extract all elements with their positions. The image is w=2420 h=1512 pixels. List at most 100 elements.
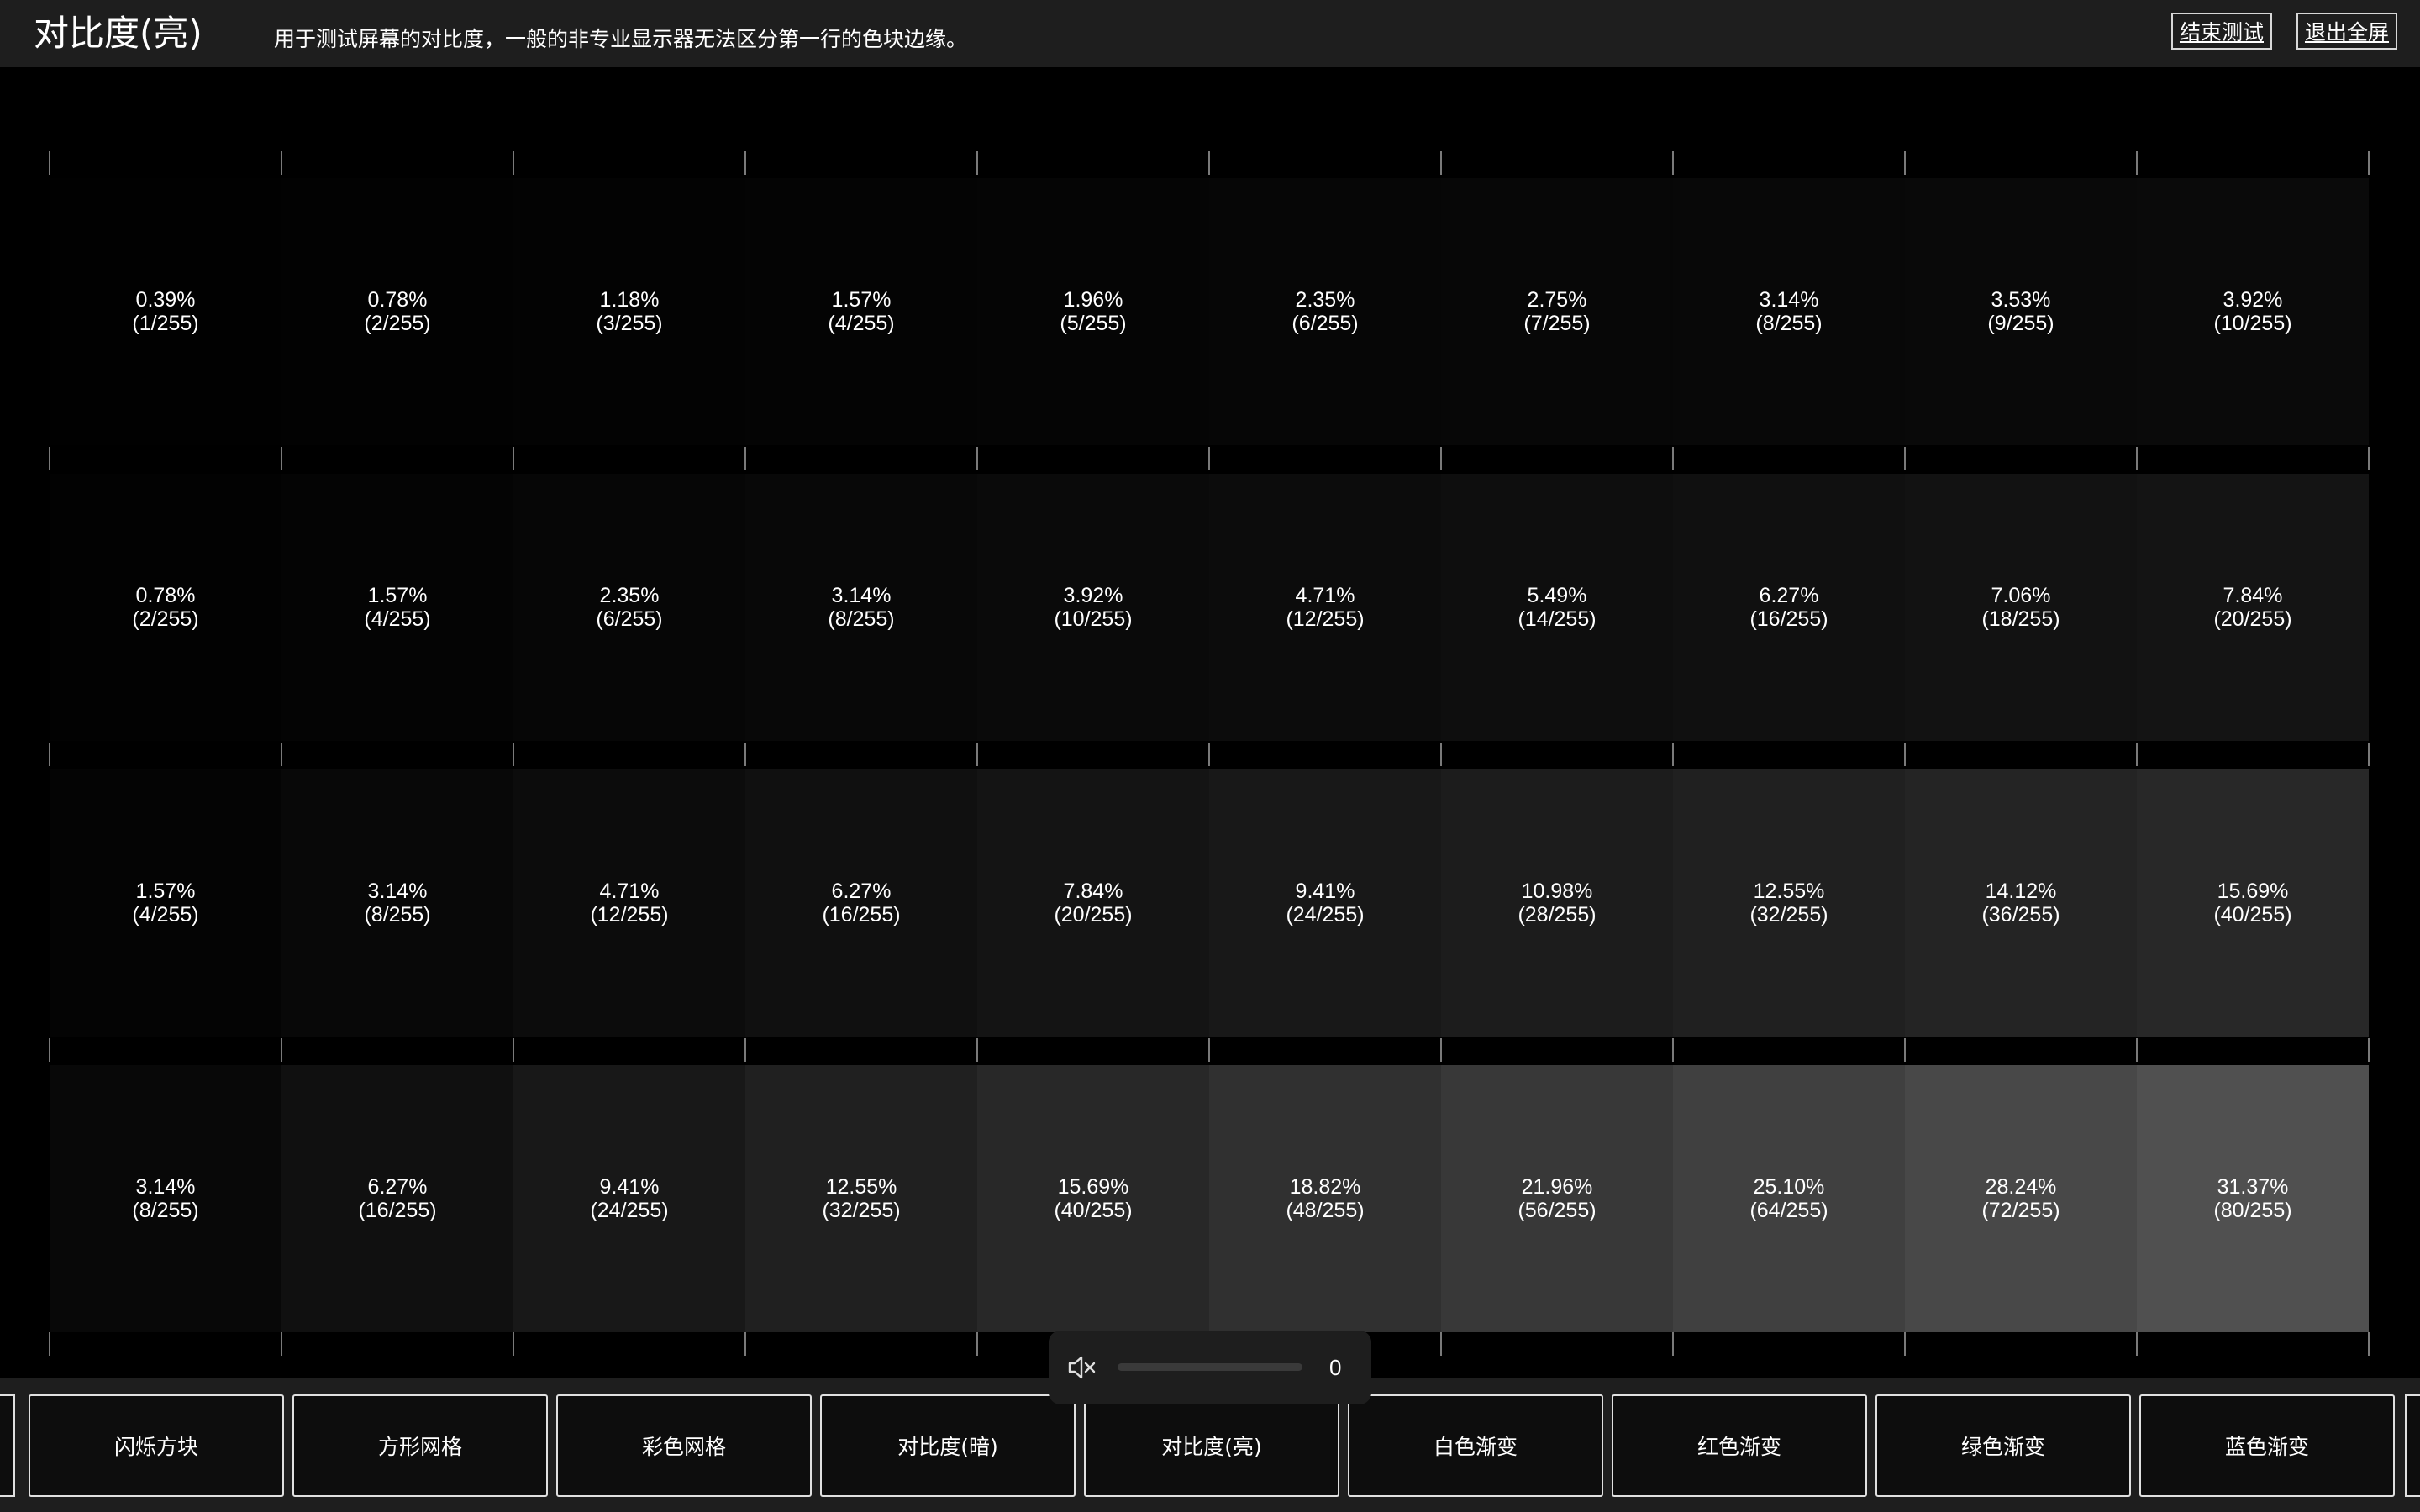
tab-pattern-5[interactable]: 白色渐变 xyxy=(1348,1394,1603,1497)
cell-fraction: (56/255) xyxy=(1518,1199,1597,1222)
cell-percent: 3.14% xyxy=(1759,288,1819,312)
contrast-cell: 25.10% (64/255) xyxy=(1673,1065,1905,1332)
cell-fraction: (72/255) xyxy=(1981,1199,2060,1222)
grid-tick-line xyxy=(744,1038,746,1062)
cell-fraction: (32/255) xyxy=(1749,903,1828,927)
grid-tick-line xyxy=(1440,151,1442,175)
cell-fraction: (9/255) xyxy=(1987,312,2054,335)
cell-fraction: (16/255) xyxy=(1749,607,1828,631)
contrast-cell: 10.98% (28/255) xyxy=(1441,769,1673,1037)
grid-tick-line xyxy=(49,1332,50,1356)
contrast-cell: 3.92% (10/255) xyxy=(977,474,1209,741)
contrast-cell: 5.49% (14/255) xyxy=(1441,474,1673,741)
top-header-bar: 对比度(亮) 用于测试屏幕的对比度，一般的非专业显示器无法区分第一行的色块边缘。… xyxy=(0,0,2420,67)
grid-tick-line xyxy=(1672,151,1674,175)
grid-tick-line xyxy=(49,743,50,766)
contrast-cell: 7.84% (20/255) xyxy=(977,769,1209,1037)
tab-pattern-3[interactable]: 对比度(暗) xyxy=(820,1394,1076,1497)
cell-percent: 10.98% xyxy=(1521,879,1593,903)
grid-tick-line xyxy=(744,151,746,175)
cell-fraction: (1/255) xyxy=(132,312,199,335)
cell-percent: 15.69% xyxy=(2217,879,2289,903)
contrast-cell: 6.27% (16/255) xyxy=(1673,474,1905,741)
cell-percent: 15.69% xyxy=(1057,1175,1129,1199)
cell-fraction: (14/255) xyxy=(1518,607,1597,631)
tab-pattern-2[interactable]: 彩色网格 xyxy=(556,1394,812,1497)
tab-pattern-0[interactable]: 闪烁方块 xyxy=(29,1394,284,1497)
cell-fraction: (8/255) xyxy=(828,607,895,631)
tab-pattern-7[interactable]: 绿色渐变 xyxy=(1876,1394,2131,1497)
grid-tick-line xyxy=(49,1038,50,1062)
cell-fraction: (6/255) xyxy=(596,607,663,631)
tab-pattern-8[interactable]: 蓝色渐变 xyxy=(2139,1394,2395,1497)
tab-pattern-6[interactable]: 红色渐变 xyxy=(1612,1394,1867,1497)
cell-percent: 12.55% xyxy=(1753,879,1825,903)
cell-fraction: (8/255) xyxy=(364,903,431,927)
cell-fraction: (20/255) xyxy=(1054,903,1133,927)
grid-tick-line xyxy=(1904,1038,1906,1062)
grid-tick-line xyxy=(1672,1332,1674,1356)
speaker-muted-icon[interactable] xyxy=(1067,1354,1097,1381)
tab-partial-right[interactable] xyxy=(2405,1394,2420,1497)
cell-fraction: (5/255) xyxy=(1060,312,1127,335)
contrast-cell: 6.27% (16/255) xyxy=(281,1065,513,1332)
cell-fraction: (80/255) xyxy=(2213,1199,2292,1222)
contrast-cell: 12.55% (32/255) xyxy=(1673,769,1905,1037)
contrast-cell: 2.75% (7/255) xyxy=(1441,178,1673,445)
contrast-cell: 0.39% (1/255) xyxy=(50,178,281,445)
cell-percent: 7.06% xyxy=(1991,584,2051,607)
volume-slider[interactable] xyxy=(1118,1363,1302,1371)
grid-tick-line xyxy=(49,447,50,470)
grid-tick-line xyxy=(513,447,514,470)
cell-fraction: (8/255) xyxy=(132,1199,199,1222)
cell-percent: 18.82% xyxy=(1289,1175,1361,1199)
grid-tick-line xyxy=(744,447,746,470)
cell-fraction: (36/255) xyxy=(1981,903,2060,927)
contrast-cell: 18.82% (48/255) xyxy=(1209,1065,1441,1332)
grid-tick-line xyxy=(2368,151,2370,175)
contrast-cell: 1.18% (3/255) xyxy=(513,178,745,445)
exit-fullscreen-button[interactable]: 退出全屏 xyxy=(2296,13,2397,50)
cell-percent: 6.27% xyxy=(831,879,892,903)
grid-tick-line xyxy=(2368,743,2370,766)
tab-partial-left[interactable] xyxy=(0,1394,15,1497)
cell-fraction: (8/255) xyxy=(1755,312,1823,335)
cell-percent: 3.14% xyxy=(831,584,892,607)
grid-tick-line xyxy=(1904,151,1906,175)
grid-tick-line xyxy=(2368,1038,2370,1062)
contrast-cell: 12.55% (32/255) xyxy=(745,1065,977,1332)
tab-pattern-4[interactable]: 对比度(亮) xyxy=(1084,1394,1339,1497)
cell-percent: 2.35% xyxy=(599,584,660,607)
cell-percent: 1.18% xyxy=(599,288,660,312)
grid-tick-line xyxy=(49,151,50,175)
cell-fraction: (40/255) xyxy=(2213,903,2292,927)
contrast-cell: 0.78% (2/255) xyxy=(281,178,513,445)
contrast-cell: 3.14% (8/255) xyxy=(281,769,513,1037)
contrast-cell: 3.14% (8/255) xyxy=(50,1065,281,1332)
tab-pattern-1[interactable]: 方形网格 xyxy=(292,1394,548,1497)
grid-tick-line xyxy=(1904,1332,1906,1356)
cell-fraction: (7/255) xyxy=(1523,312,1591,335)
grid-tick-line xyxy=(2136,447,2138,470)
cell-percent: 5.49% xyxy=(1527,584,1587,607)
contrast-cell: 4.71% (12/255) xyxy=(1209,474,1441,741)
cell-percent: 4.71% xyxy=(599,879,660,903)
page-description: 用于测试屏幕的对比度，一般的非专业显示器无法区分第一行的色块边缘。 xyxy=(274,27,968,51)
grid-tick-line xyxy=(976,743,978,766)
end-test-button[interactable]: 结束测试 xyxy=(2171,13,2272,50)
cell-fraction: (10/255) xyxy=(2213,312,2292,335)
grid-tick-line xyxy=(1208,151,1210,175)
cell-percent: 9.41% xyxy=(599,1175,660,1199)
contrast-cell: 31.37% (80/255) xyxy=(2137,1065,2369,1332)
cell-percent: 21.96% xyxy=(1521,1175,1593,1199)
contrast-cell: 7.84% (20/255) xyxy=(2137,474,2369,741)
volume-value: 0 xyxy=(1329,1355,1342,1380)
contrast-cell: 3.14% (8/255) xyxy=(1673,178,1905,445)
volume-control: 0 xyxy=(1049,1331,1371,1404)
grid-tick-line xyxy=(1904,447,1906,470)
cell-fraction: (4/255) xyxy=(132,903,199,927)
grid-tick-line xyxy=(1672,743,1674,766)
grid-tick-line xyxy=(2368,447,2370,470)
contrast-cell: 28.24% (72/255) xyxy=(1905,1065,2137,1332)
cell-fraction: (20/255) xyxy=(2213,607,2292,631)
